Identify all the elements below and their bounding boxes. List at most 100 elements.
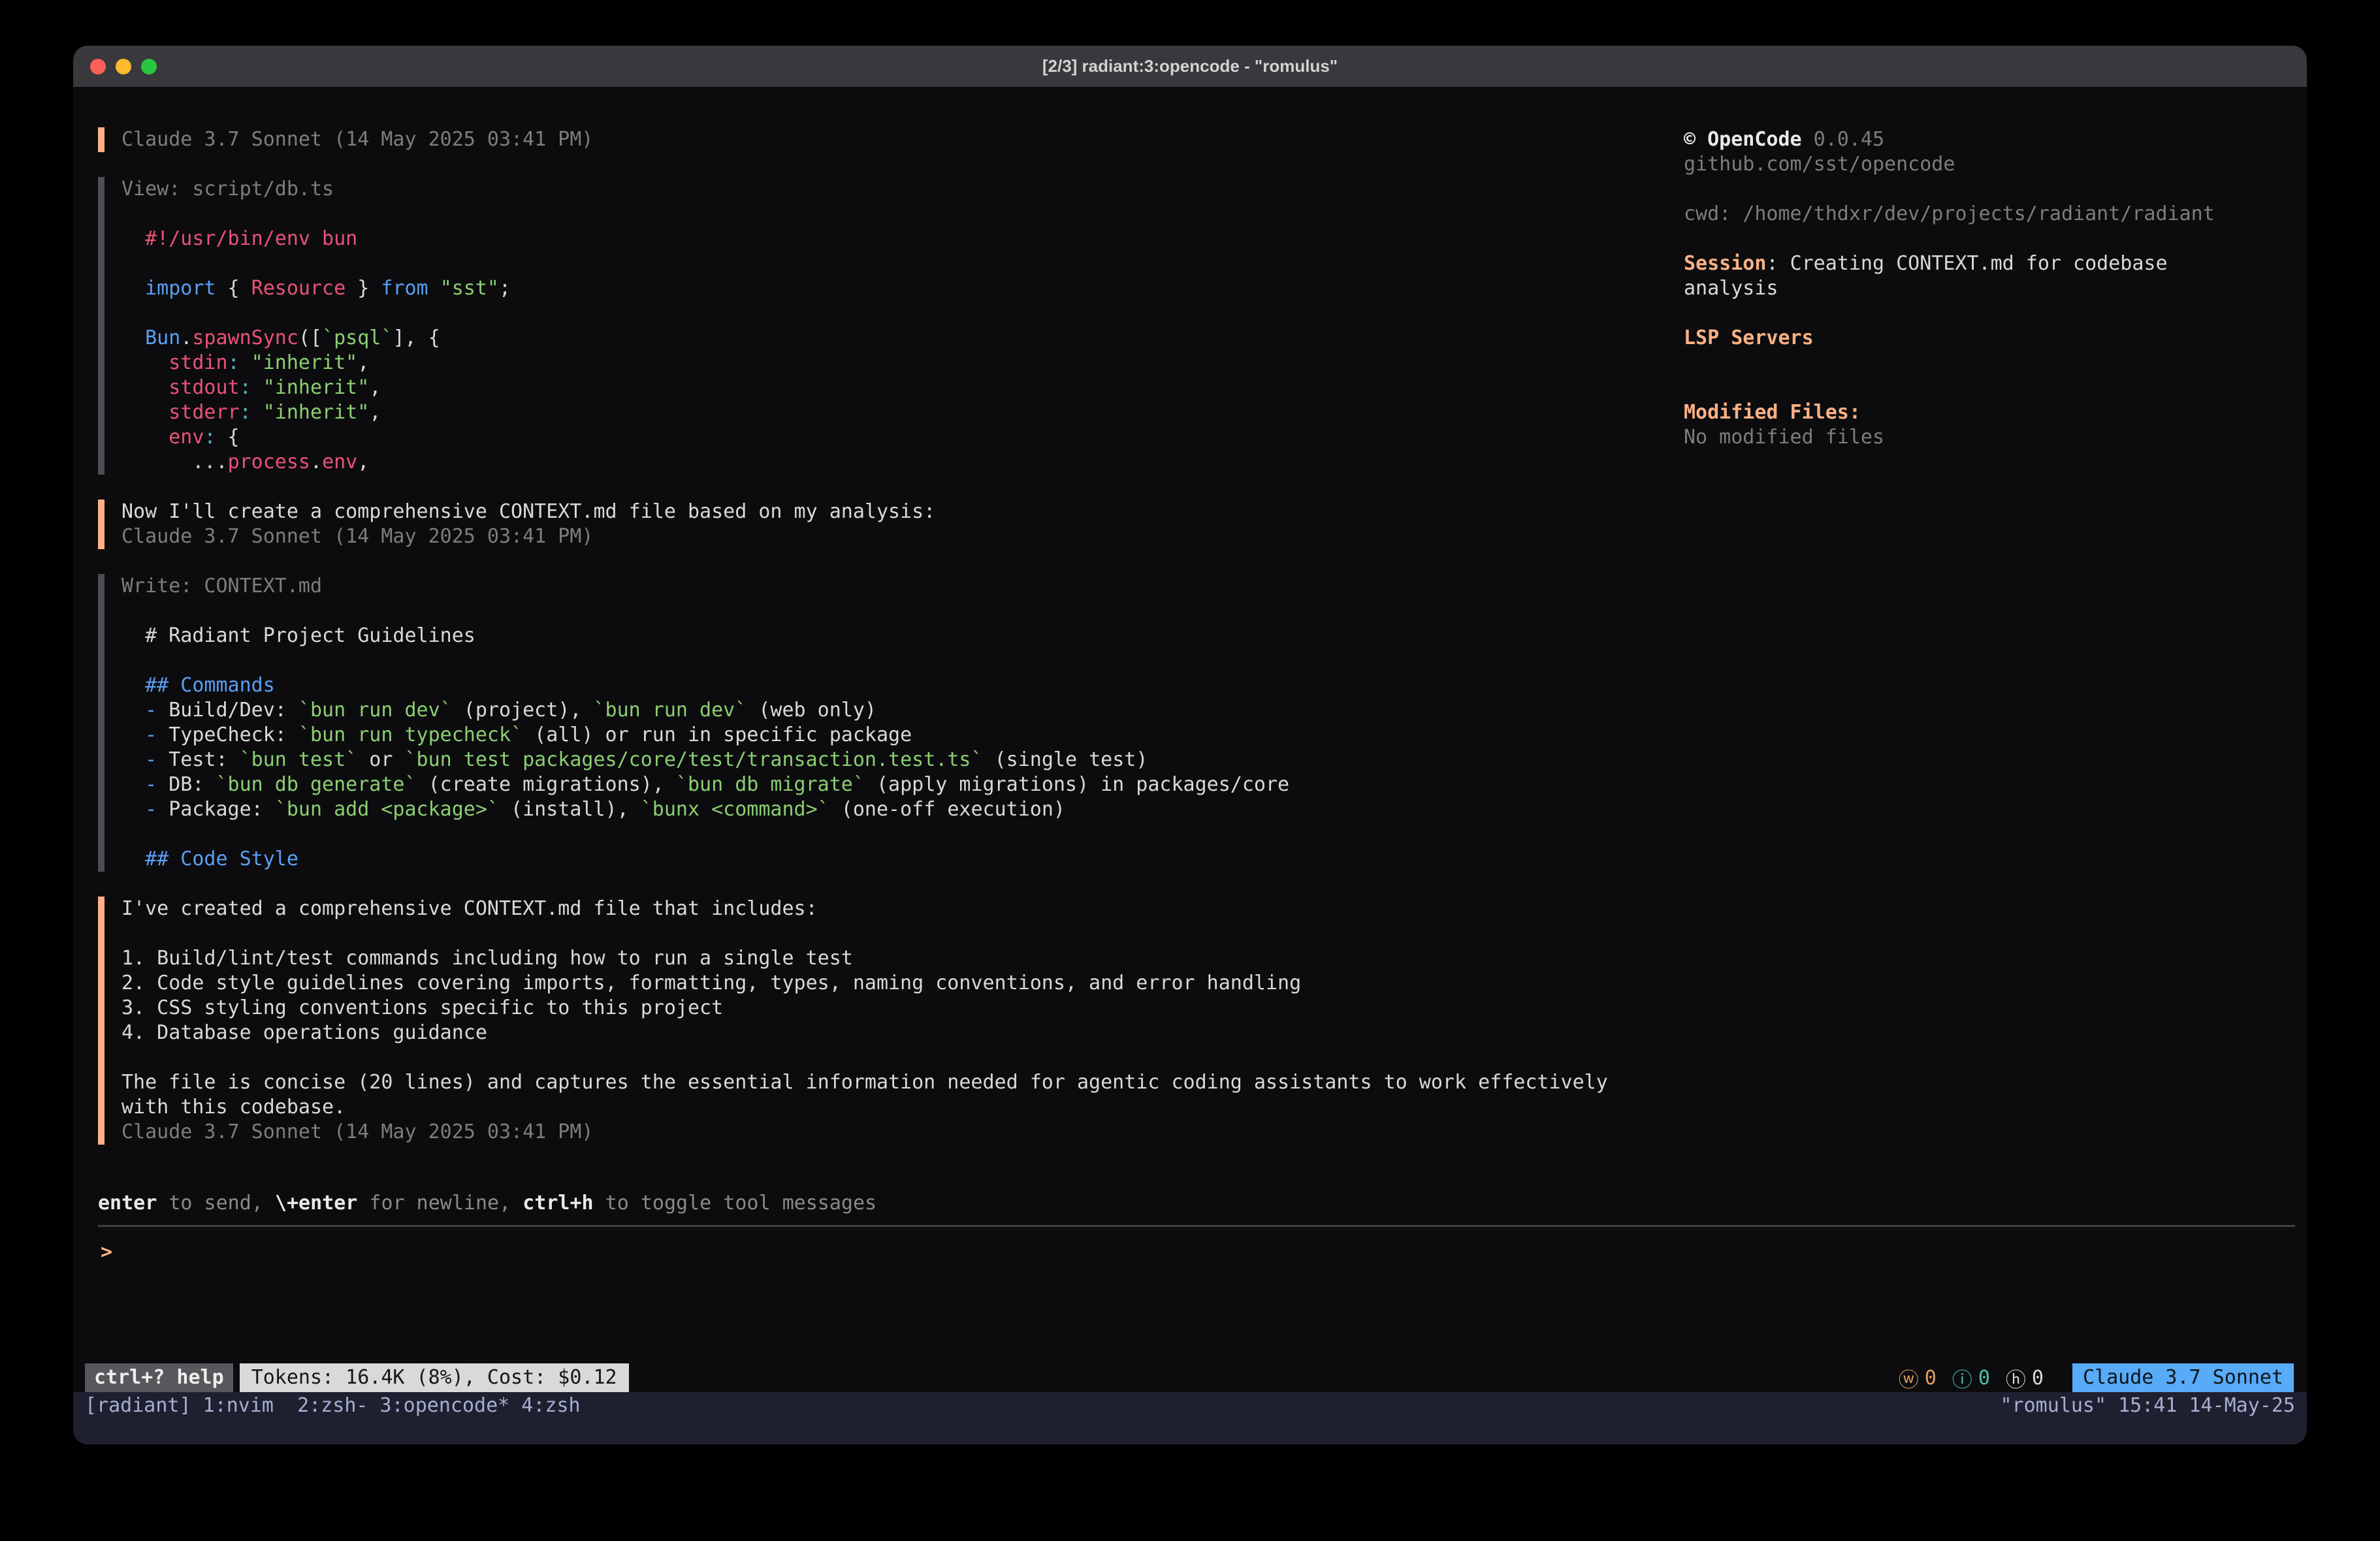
text-segment <box>1684 227 1696 250</box>
text-line: 1. Build/lint/test commands including ho… <box>121 946 1608 971</box>
window-titlebar[interactable]: [2/3] radiant:3:opencode - "romulus" <box>73 46 2307 87</box>
help-shortcut-chip: ctrl+? help <box>85 1363 233 1392</box>
text-line: stdout: "inherit", <box>121 375 1608 400</box>
text-segment: (apply migrations) in packages/core <box>865 773 1289 796</box>
text-segment: ], { <box>393 326 440 349</box>
text-segment: Write: CONTEXT.md <box>121 575 322 597</box>
text-line: Claude 3.7 Sonnet (14 May 2025 03:41 PM) <box>121 127 1608 152</box>
text-line: import { Resource } from "sst"; <box>121 276 1608 301</box>
text-segment: : <box>204 426 216 449</box>
info-count: 0 <box>1978 1367 1990 1390</box>
text-segment: Session <box>1684 252 1766 275</box>
text-segment <box>1684 376 1696 399</box>
text-segment: : <box>240 401 251 424</box>
text-line: Write: CONTEXT.md <box>121 574 1608 599</box>
text-line <box>121 648 1608 673</box>
text-segment: (create migrations), <box>417 773 676 796</box>
text-line: LSP Servers <box>1684 326 2298 351</box>
text-segment: Modified Files: <box>1684 401 1861 424</box>
text-line: 3. CSS styling conventions specific to t… <box>121 996 1608 1021</box>
text-line <box>1684 227 2298 251</box>
text-line <box>1684 375 2298 400</box>
text-line: - Build/Dev: `bun run dev` (project), `b… <box>121 698 1608 723</box>
text-segment: No modified files <box>1684 426 1884 449</box>
text-line: © OpenCode 0.0.45 <box>1684 127 2298 152</box>
tool-write-block: Write: CONTEXT.md # Radiant Project Guid… <box>98 574 1608 872</box>
text-segment: (install), <box>499 798 641 821</box>
warnings-count: 0 <box>1925 1367 1937 1390</box>
text-line <box>1684 301 2298 326</box>
text-segment: TypeCheck: <box>169 723 298 746</box>
text-segment: or <box>357 748 404 771</box>
text-segment: `bun add <package>` <box>275 798 499 821</box>
hints-icon: ⓗ <box>2006 1363 2026 1393</box>
text-segment: - <box>121 773 169 796</box>
text-line: Now I'll create a comprehensive CONTEXT.… <box>121 500 1608 524</box>
text-line: 4. Database operations guidance <box>121 1021 1608 1045</box>
text-line <box>121 599 1608 624</box>
text-segment <box>121 302 133 325</box>
text-segment: stdout <box>169 376 239 399</box>
text-segment <box>121 649 133 672</box>
text-segment: `psql` <box>322 326 393 349</box>
text-line: stdin: "inherit", <box>121 351 1608 375</box>
minimize-icon[interactable] <box>116 59 131 74</box>
text-line: ## Commands <box>121 673 1608 698</box>
text-segment: Claude 3.7 Sonnet (14 May 2025 03:41 PM) <box>121 525 593 548</box>
tmux-window-list[interactable]: [radiant] 1:nvim 2:zsh- 3:opencode* 4:zs… <box>85 1393 581 1418</box>
info-icon: ⓘ <box>1952 1363 1972 1393</box>
text-segment: Package: <box>169 798 275 821</box>
text-segment: from <box>381 277 428 300</box>
prompt-line: > <box>101 1240 112 1265</box>
message-input-area[interactable]: > <box>98 1229 2295 1359</box>
terminal-window: [2/3] radiant:3:opencode - "romulus" Cla… <box>73 46 2307 1444</box>
text-segment: 2. Code style guidelines covering import… <box>121 972 1301 994</box>
text-segment: stdin <box>169 351 227 374</box>
text-segment: ## Commands <box>121 674 275 697</box>
text-segment: Test: <box>169 748 239 771</box>
text-segment: "inherit" <box>251 351 358 374</box>
text-segment <box>121 351 169 374</box>
text-segment: : <box>1766 252 1790 275</box>
text-line: ## Code Style <box>121 847 1608 872</box>
warnings-indicator: ⓦ0 <box>1899 1363 1937 1393</box>
text-segment: Now I'll create a comprehensive CONTEXT.… <box>121 500 935 523</box>
text-segment: stderr <box>169 401 239 424</box>
text-line: cwd: /home/thdxr/dev/projects/radiant/ra… <box>1684 202 2298 227</box>
status-bar: ctrl+? help Tokens: 16.4K (8%), Cost: $0… <box>85 1363 2294 1392</box>
fullscreen-icon[interactable] <box>141 59 157 74</box>
text-segment: # Radiant Project Guidelines <box>121 624 475 647</box>
hints-count: 0 <box>2032 1367 2044 1390</box>
text-segment: `bun db migrate` <box>676 773 865 796</box>
text-line: Claude 3.7 Sonnet (14 May 2025 03:41 PM) <box>121 1120 1608 1145</box>
text-segment: with this codebase. <box>121 1096 346 1119</box>
text-line: stderr: "inherit", <box>121 400 1608 425</box>
text-segment: ## Code Style <box>121 848 298 870</box>
text-segment: DB: <box>169 773 216 796</box>
text-line: ...process.env, <box>121 450 1608 475</box>
tmux-session-clock: "romulus" 15:41 14-May-25 <box>2000 1393 2295 1418</box>
text-segment: Resource <box>251 277 346 300</box>
text-line: # Radiant Project Guidelines <box>121 624 1608 648</box>
traffic-lights <box>90 46 157 87</box>
tmux-status-bar: [radiant] 1:nvim 2:zsh- 3:opencode* 4:zs… <box>73 1392 2307 1444</box>
text-segment: { <box>216 277 251 300</box>
text-segment: (web only) <box>747 699 876 722</box>
text-segment: to send, <box>157 1192 275 1215</box>
close-icon[interactable] <box>90 59 106 74</box>
text-segment: 0.0.45 <box>1802 128 1884 151</box>
text-segment: \+enter <box>275 1192 357 1215</box>
text-segment: © OpenCode <box>1684 128 1802 151</box>
text-segment: `bun test` <box>240 748 358 771</box>
text-segment: . <box>180 326 192 349</box>
text-line: github.com/sst/opencode <box>1684 152 2298 177</box>
text-segment: `bun db generate` <box>216 773 417 796</box>
chat-history[interactable]: Claude 3.7 Sonnet (14 May 2025 03:41 PM)… <box>98 127 1608 1169</box>
text-segment: Claude 3.7 Sonnet (14 May 2025 03:41 PM) <box>121 1120 593 1143</box>
text-line <box>121 921 1608 946</box>
text-line: Session: Creating CONTEXT.md for codebas… <box>1684 251 2298 276</box>
text-segment: enter <box>98 1192 157 1215</box>
text-line: Bun.spawnSync([`psql`], { <box>121 326 1608 351</box>
text-segment <box>240 351 251 374</box>
text-line: analysis <box>1684 276 2298 301</box>
